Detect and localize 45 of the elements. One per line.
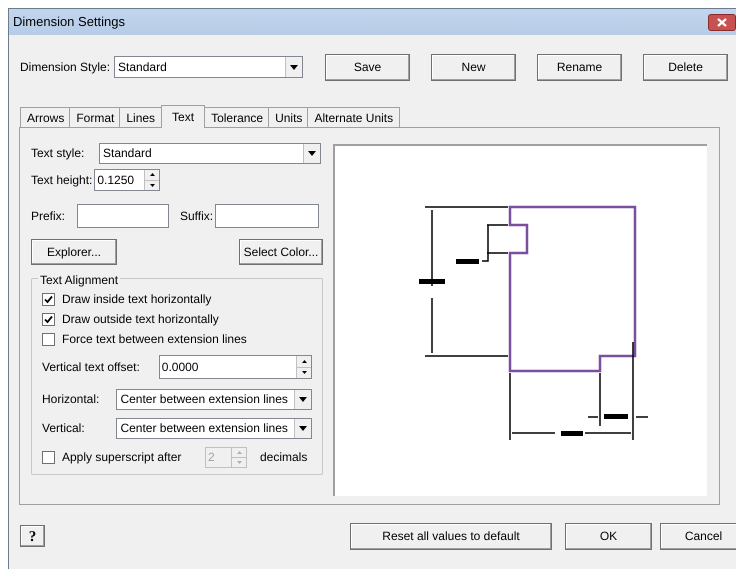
dimension-style-label: Dimension Style:: [20, 59, 110, 76]
text-height-field[interactable]: 0.1250: [94, 169, 160, 191]
checkbox[interactable]: [42, 332, 55, 346]
checkbox-label: Apply superscript after: [62, 449, 182, 466]
spin-buttons-icon[interactable]: [144, 170, 160, 190]
prefix-label: Prefix:: [31, 208, 66, 225]
checkbox-label: Force text between extension lines: [62, 331, 247, 348]
select-color-button[interactable]: Select Color...: [239, 239, 323, 265]
style-action-button[interactable]: Delete: [643, 54, 728, 80]
footer-button[interactable]: OK: [565, 522, 652, 550]
style-action-button[interactable]: Save: [325, 54, 410, 80]
explorer-button[interactable]: Explorer...: [31, 239, 117, 265]
vertical-dropdown[interactable]: Center between extension lines: [116, 418, 312, 438]
checkbox-label: Draw inside text horizontally: [62, 291, 212, 308]
vertical-offset-label: Vertical text offset:: [42, 359, 141, 376]
vertical-label: Vertical:: [42, 420, 86, 437]
style-action-button[interactable]: New: [431, 54, 516, 80]
style-action-button[interactable]: Rename: [537, 54, 622, 80]
tab[interactable]: Units: [268, 107, 310, 127]
decimals-label: decimals: [260, 449, 308, 466]
help-button[interactable]: ?: [20, 525, 45, 547]
footer-button[interactable]: Reset all values to default: [350, 522, 552, 550]
tab[interactable]: Arrows: [20, 107, 72, 127]
vertical-offset-field[interactable]: 0.0000: [158, 355, 312, 379]
tab[interactable]: Text: [161, 105, 206, 128]
dimension-style-dropdown[interactable]: Standard: [114, 56, 304, 78]
checkbox[interactable]: [42, 292, 55, 306]
window-title: Dimension Settings: [13, 13, 125, 32]
suffix-field[interactable]: [215, 204, 320, 228]
text-style-label: Text style:: [31, 145, 86, 162]
footer-button[interactable]: Cancel: [660, 522, 736, 550]
prefix-field[interactable]: [77, 204, 169, 228]
suffix-label: Suffix:: [180, 208, 214, 225]
checkbox-label: Draw outside text horizontally: [62, 311, 219, 328]
close-button[interactable]: [708, 14, 736, 30]
text-height-label: Text height:: [31, 172, 92, 189]
tab[interactable]: Format: [69, 107, 122, 127]
spin-buttons-icon[interactable]: [296, 356, 311, 378]
checkbox[interactable]: [42, 312, 55, 326]
tab[interactable]: Lines: [119, 107, 162, 127]
horizontal-label: Horizontal:: [42, 391, 100, 408]
close-icon[interactable]: [717, 18, 727, 26]
tab[interactable]: Alternate Units: [307, 107, 400, 127]
text-style-dropdown[interactable]: Standard: [99, 142, 321, 164]
horizontal-dropdown[interactable]: Center between extension lines: [116, 388, 312, 410]
